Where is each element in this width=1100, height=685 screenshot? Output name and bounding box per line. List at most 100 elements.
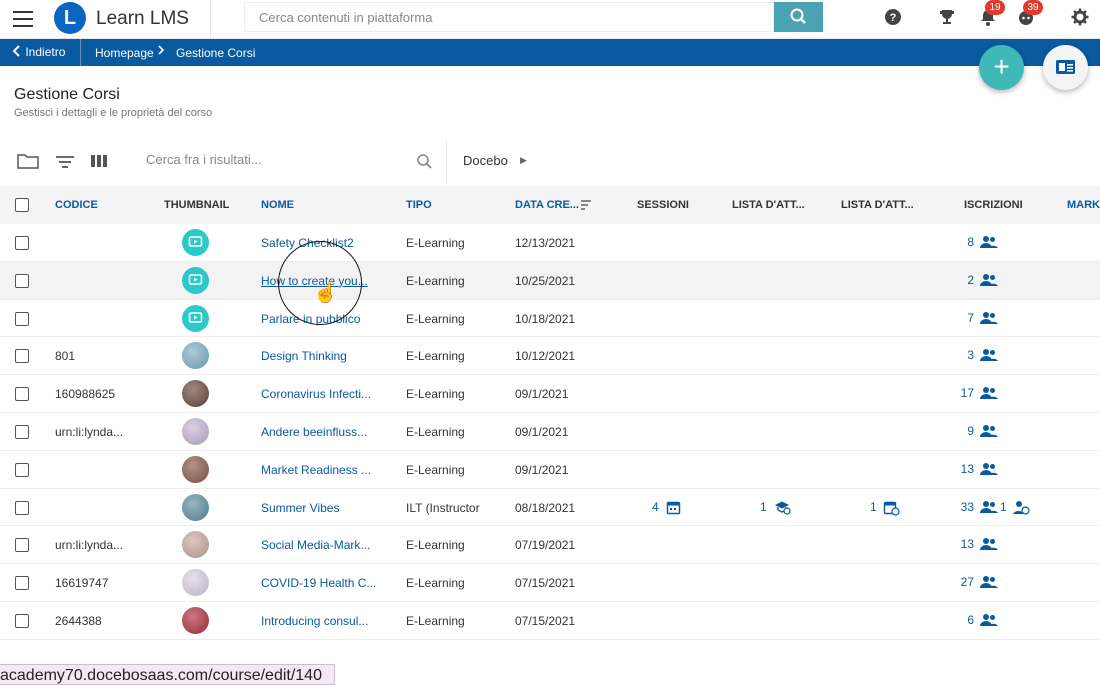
course-name-link[interactable]: Market Readiness ...: [261, 463, 371, 477]
pointer-hand-icon: ☝: [313, 282, 338, 304]
back-link[interactable]: Indietro: [12, 45, 65, 59]
enrolled-users-icon[interactable]: [980, 235, 998, 254]
row-checkbox[interactable]: [15, 614, 29, 628]
enrollments-count[interactable]: 8: [967, 235, 974, 249]
course-name-link[interactable]: Introducing consul...: [261, 614, 368, 628]
course-code: urn:li:lynda...: [55, 425, 124, 439]
enrollments-count[interactable]: 7: [967, 311, 974, 325]
calendar-clock-icon[interactable]: [883, 500, 900, 521]
creation-date: 10/18/2021: [515, 311, 576, 326]
platform-search-input[interactable]: [245, 3, 773, 31]
table-row[interactable]: 16619747 COVID-19 Health C... E-Learning 07…: [0, 564, 1100, 602]
column-more[interactable]: MARK: [1067, 199, 1100, 211]
row-checkbox[interactable]: [15, 576, 29, 591]
column-code[interactable]: CODICE: [55, 199, 98, 211]
settings-icon[interactable]: [1071, 8, 1091, 28]
enrollments-count[interactable]: 33: [961, 500, 974, 514]
menu-icon[interactable]: [13, 11, 33, 27]
messages-icon[interactable]: 39: [1017, 0, 1043, 28]
enrolled-users-icon[interactable]: [980, 500, 998, 519]
column-created[interactable]: DATA CRE...: [515, 199, 579, 211]
notifications-icon[interactable]: 19: [979, 0, 1005, 28]
waitlist-count[interactable]: 1: [870, 500, 877, 514]
row-checkbox[interactable]: [15, 425, 29, 439]
waitlist-count[interactable]: 1: [760, 500, 767, 514]
course-code: urn:li:lynda...: [55, 538, 124, 553]
table-row[interactable]: Safety Checklist2 E-Learning 12/13/2021 8: [0, 224, 1100, 262]
enrollments-count[interactable]: 2: [967, 273, 974, 287]
breadcrumb-home[interactable]: Homepage: [95, 46, 154, 60]
enrolled-users-icon[interactable]: [980, 537, 998, 556]
table-row[interactable]: Market Readiness ... E-Learning 09/1/2021 1…: [0, 450, 1100, 489]
course-catalog-button[interactable]: [1043, 45, 1088, 90]
enrollments-count[interactable]: 17: [961, 386, 974, 400]
catalog-selector[interactable]: Docebo: [463, 153, 508, 168]
enrolled-users-icon[interactable]: [980, 386, 998, 405]
course-name-link[interactable]: Summer Vibes: [261, 501, 339, 515]
row-checkbox[interactable]: [15, 236, 29, 250]
course-name-link[interactable]: Social Media-Mark...: [261, 538, 370, 552]
add-course-button[interactable]: +: [979, 45, 1024, 90]
enrollments-count[interactable]: 27: [961, 575, 974, 589]
row-checkbox[interactable]: [15, 273, 29, 288]
app-name[interactable]: Learn LMS: [96, 8, 189, 30]
row-checkbox[interactable]: [15, 387, 29, 402]
id-card-icon: [1056, 60, 1075, 74]
select-all-checkbox[interactable]: [15, 198, 29, 212]
course-type: E-Learning: [406, 425, 465, 439]
pending-count[interactable]: 1: [1000, 500, 1007, 514]
row-checkbox[interactable]: [15, 500, 29, 515]
enrolled-users-icon[interactable]: [980, 613, 998, 632]
table-row[interactable]: urn:li:lynda... Andere beeinfluss... E-Lea…: [0, 413, 1100, 451]
enrolled-users-icon[interactable]: [980, 575, 998, 594]
column-type[interactable]: TIPO: [406, 199, 432, 211]
column-name[interactable]: NOME: [261, 199, 294, 211]
columns-icon[interactable]: [90, 152, 108, 175]
row-checkbox[interactable]: [15, 311, 29, 326]
enrollments-count[interactable]: 9: [967, 424, 974, 438]
enrolled-users-icon[interactable]: [980, 311, 998, 330]
enrolled-users-icon[interactable]: [980, 348, 998, 367]
results-search-placeholder[interactable]: Cerca fra i risultati...: [146, 152, 262, 167]
waitlist-graduation-icon[interactable]: [774, 500, 791, 520]
course-name-link[interactable]: COVID-19 Health C...: [261, 576, 376, 590]
enrolled-users-icon[interactable]: [980, 462, 998, 481]
search-icon[interactable]: [416, 153, 434, 176]
folder-icon[interactable]: [17, 152, 39, 175]
course-name-link[interactable]: Andere beeinfluss...: [261, 425, 367, 439]
filter-icon[interactable]: [55, 152, 75, 175]
logo-icon[interactable]: L: [54, 2, 86, 34]
enrollments-count[interactable]: 6: [967, 613, 974, 627]
sessions-count[interactable]: 4: [652, 500, 659, 514]
course-thumbnail: [182, 380, 209, 408]
calendar-icon[interactable]: [666, 500, 681, 520]
row-checkbox[interactable]: [15, 538, 29, 553]
table-row[interactable]: 2644388 Introducing consul... E-Learning 07…: [0, 602, 1100, 640]
course-type: E-Learning: [406, 349, 465, 364]
enrolled-users-icon[interactable]: [980, 273, 998, 292]
course-name-link[interactable]: Coronavirus Infecti...: [261, 387, 371, 401]
creation-date: 07/15/2021: [515, 576, 576, 591]
course-thumbnail: [182, 531, 209, 559]
row-checkbox[interactable]: [15, 349, 29, 364]
course-code: 801: [55, 349, 76, 364]
table-row[interactable]: 160988625 Coronavirus Infecti... E-Learnin…: [0, 375, 1100, 413]
trophy-icon[interactable]: [938, 8, 958, 28]
enrolled-users-icon[interactable]: [980, 424, 998, 443]
top-bar: L Learn LMS ? 19 39: [0, 0, 1100, 39]
user-clock-icon[interactable]: [1013, 500, 1030, 520]
table-row[interactable]: Parlare in pubblico E-Learning 10/18/2021 7: [0, 299, 1100, 338]
course-name-link[interactable]: Design Thinking: [261, 349, 347, 363]
table-row[interactable]: How to create you... E-Learning 10/25/2021…: [0, 261, 1100, 300]
platform-search: [244, 2, 774, 32]
enrollments-count[interactable]: 13: [961, 537, 974, 551]
help-icon[interactable]: ?: [884, 8, 904, 28]
table-row[interactable]: urn:li:lynda... Social Media-Mark... E-Lea…: [0, 526, 1100, 565]
search-button[interactable]: [774, 2, 823, 32]
table-row[interactable]: Summer Vibes ILT (Instructor 08/18/2021 4 1 1…: [0, 488, 1100, 527]
row-checkbox[interactable]: [15, 462, 29, 477]
table-row[interactable]: 801 Design Thinking E-Learning 10/12/2021 3: [0, 337, 1100, 376]
enrollments-count[interactable]: 3: [967, 348, 974, 362]
enrollments-count[interactable]: 13: [961, 462, 974, 476]
sort-icon[interactable]: [580, 198, 592, 216]
